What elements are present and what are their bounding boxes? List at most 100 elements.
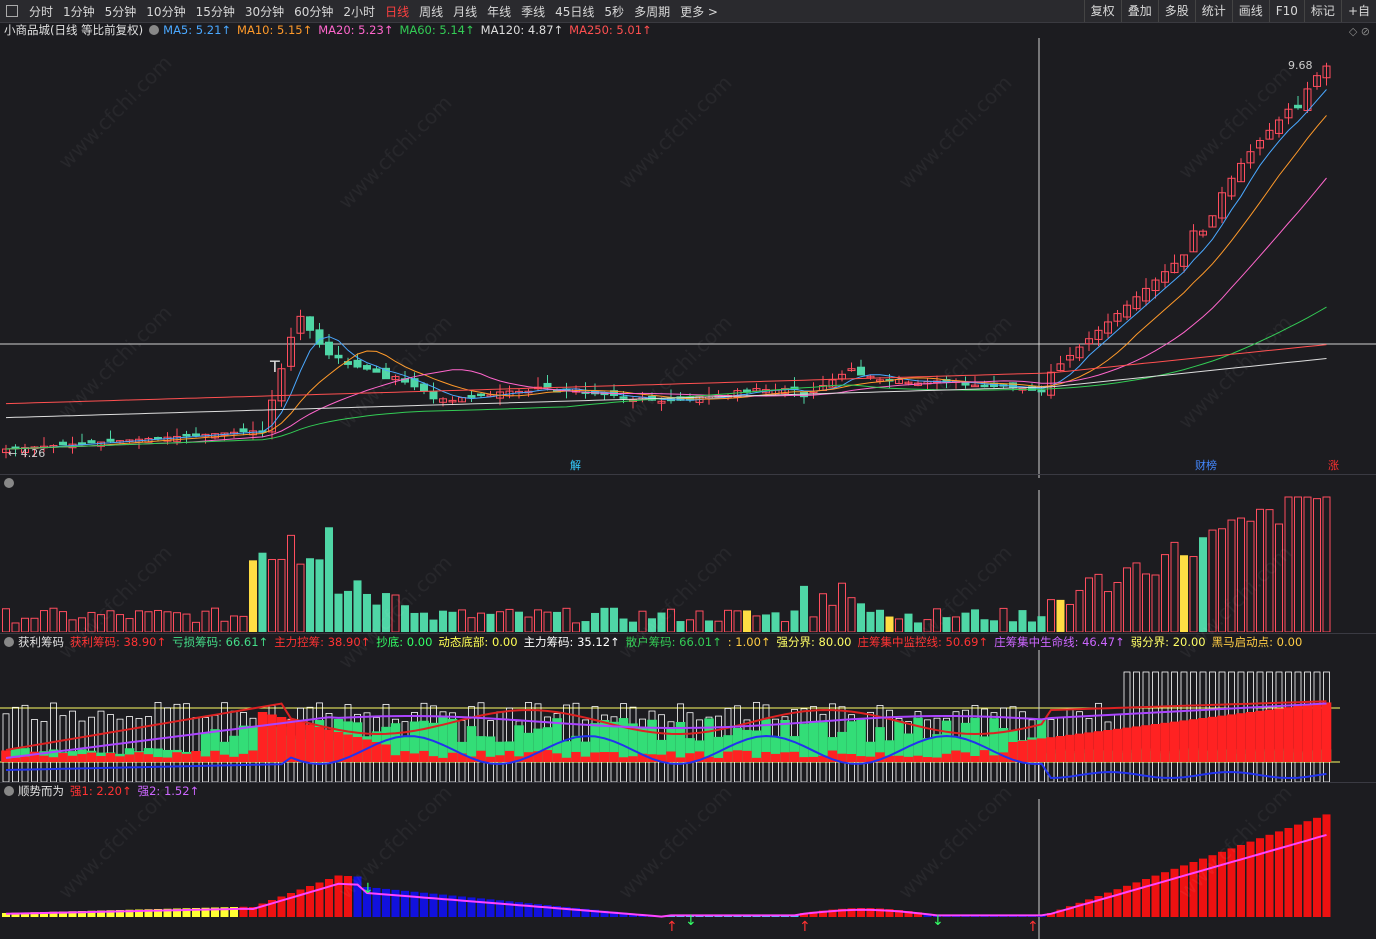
- chip-red-fill: [1093, 731, 1104, 762]
- main-chart-legend: 小商品城(日线 等比前复权) MA5: 5.21↑ MA10: 5.15↑ MA20…: [4, 22, 664, 38]
- panel-controls-icon[interactable]: ◇ ⊘: [1349, 25, 1370, 38]
- stock-title[interactable]: 小商品城(日线 等比前复权): [4, 22, 143, 38]
- chip-red-fill: [770, 753, 781, 762]
- volume-bar: [619, 618, 628, 632]
- period-tab-13[interactable]: 45日线: [550, 3, 599, 20]
- candle-body: [306, 316, 314, 331]
- window-toggle-icon[interactable]: [6, 5, 18, 17]
- chip-red-fill: [618, 757, 629, 762]
- chip-settings-icon[interactable]: [4, 637, 14, 647]
- chip-green-fill: [970, 717, 980, 762]
- tool-button-5[interactable]: F10: [1268, 0, 1304, 22]
- period-tab-11[interactable]: 年线: [482, 3, 516, 20]
- period-tab-4[interactable]: 15分钟: [191, 3, 240, 20]
- chip-red-fill: [181, 753, 192, 762]
- chip-legend-item-9: 庄筹集中监控线: 50.69↑: [857, 635, 989, 649]
- volume-bar: [885, 616, 894, 632]
- volume-bar: [1028, 621, 1036, 632]
- period-tab-9[interactable]: 周线: [414, 3, 448, 20]
- chip-legend-items: 获利筹码: 38.90↑ 亏损筹码: 66.61↑ 主力控筹: 38.90↑ 抄底: …: [70, 634, 1308, 650]
- t-marker: T: [269, 357, 280, 376]
- tool-button-1[interactable]: 叠加: [1120, 0, 1158, 22]
- volume-settings-icon[interactable]: [4, 478, 14, 488]
- volume-bar: [277, 558, 286, 632]
- volume-bar: [1018, 610, 1027, 632]
- chip-red-fill: [1027, 739, 1037, 762]
- chip-red-fill: [1131, 726, 1142, 762]
- period-tab-0[interactable]: 分时: [24, 3, 58, 20]
- candle-body: [1294, 104, 1302, 109]
- chip-green-fill: [799, 723, 809, 762]
- ma-legend: MA5: 5.21↑ MA10: 5.15↑ MA20: 5.23↑ MA60: 5.…: [163, 22, 658, 38]
- tool-button-2[interactable]: 多股: [1157, 0, 1195, 22]
- volume-chart[interactable]: [0, 490, 1376, 632]
- volume-bar: [1094, 573, 1103, 632]
- candlestick-chart[interactable]: 9.68 ← 4.26 T 解 财榜 涨: [0, 38, 1376, 478]
- trend-bar: [1170, 868, 1179, 917]
- volume-bar: [1085, 577, 1093, 632]
- event-report-label: 财榜: [1195, 458, 1217, 472]
- period-tab-2[interactable]: 5分钟: [100, 3, 142, 20]
- chip-red-fill: [846, 753, 857, 762]
- chip-red-fill: [390, 755, 401, 762]
- chip-red-fill: [58, 753, 68, 762]
- volume-bar: [705, 620, 713, 632]
- chip-white-bar: [183, 703, 190, 782]
- chip-red-fill: [1036, 738, 1047, 762]
- ma-legend-item-4: MA120: 4.87↑: [480, 23, 564, 37]
- volume-bar: [287, 534, 295, 632]
- trend-indicator-chart[interactable]: ↓ ↑ ↓ ↑ ↓ ↑: [0, 799, 1376, 939]
- period-tab-16[interactable]: 更多 >: [675, 3, 723, 20]
- trend-bar: [1180, 865, 1188, 917]
- trend-bar: [1265, 834, 1274, 917]
- chip-red-fill: [732, 750, 743, 762]
- period-tab-14[interactable]: 5秒: [599, 3, 629, 20]
- volume-bar: [429, 619, 438, 632]
- period-tab-5[interactable]: 30分钟: [240, 3, 289, 20]
- chip-red-fill: [1084, 732, 1094, 762]
- chip-indicator-chart[interactable]: [0, 650, 1376, 782]
- trend-bar: [1246, 841, 1255, 917]
- period-tab-3[interactable]: 10分钟: [141, 3, 190, 20]
- settings-circle-icon[interactable]: [149, 25, 160, 35]
- chip-legend-item-1: 亏损筹码: 66.61↑: [172, 635, 269, 649]
- tool-button-0[interactable]: 复权: [1083, 0, 1121, 22]
- tool-button-4[interactable]: 画线: [1231, 0, 1269, 22]
- candle-body: [543, 382, 552, 388]
- volume-bar: [648, 618, 656, 632]
- volume-bar: [182, 613, 191, 632]
- volume-bar: [638, 610, 647, 632]
- chip-red-fill: [628, 756, 638, 762]
- trend-bar: [325, 879, 333, 917]
- candle-body: [857, 366, 865, 376]
- chip-red-fill: [1055, 736, 1066, 762]
- period-tab-12[interactable]: 季线: [516, 3, 550, 20]
- chip-red-fill: [1074, 733, 1085, 762]
- trend-settings-icon[interactable]: [4, 786, 14, 796]
- chip-legend-item-8: 强分界: 80.00: [776, 635, 852, 649]
- period-tab-7[interactable]: 2小时: [338, 3, 380, 20]
- chip-green-fill: [618, 718, 629, 762]
- period-tab-1[interactable]: 1分钟: [58, 3, 100, 20]
- tool-button-7[interactable]: +自: [1340, 0, 1376, 22]
- period-tab-6[interactable]: 60分钟: [289, 3, 338, 20]
- volume-bar: [467, 617, 476, 632]
- chip-red-fill: [1065, 734, 1075, 762]
- tool-button-3[interactable]: 统计: [1194, 0, 1232, 22]
- chip-red-fill: [200, 756, 211, 762]
- chip-legend-item-10: 庄筹集中生命线: 46.47↑: [994, 635, 1125, 649]
- volume-bar: [144, 611, 153, 632]
- tool-button-6[interactable]: 标记: [1303, 0, 1341, 22]
- volume-bar: [420, 612, 428, 632]
- chip-white-bar: [164, 707, 171, 782]
- candle-body: [619, 396, 628, 399]
- volume-bar: [505, 608, 514, 632]
- chip-red-fill: [932, 757, 942, 762]
- chip-legend-item-12: 黑马启动点: 0.00: [1211, 635, 1303, 649]
- period-tab-10[interactable]: 月线: [448, 3, 482, 20]
- period-tab-8[interactable]: 日线: [380, 3, 414, 20]
- volume-bar: [591, 612, 599, 632]
- period-tab-15[interactable]: 多周期: [629, 3, 675, 20]
- chip-red-fill: [20, 756, 30, 762]
- trend-bar: [1161, 872, 1169, 917]
